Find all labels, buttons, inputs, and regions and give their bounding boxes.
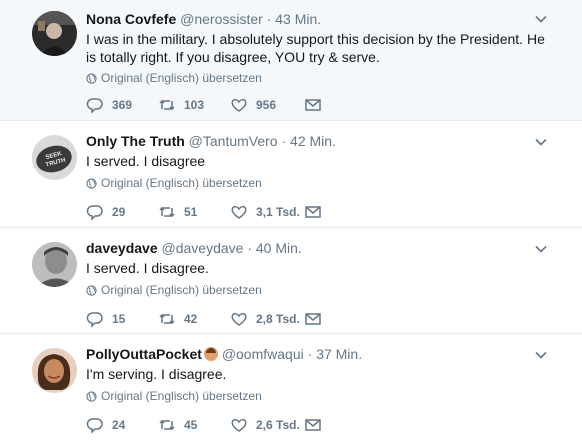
- emoji-icon: [203, 347, 218, 361]
- direct-message-button[interactable]: [304, 310, 322, 328]
- tweet[interactable]: PollyOuttaPocket @oomfwaqui · 37 Min. I'…: [0, 334, 582, 440]
- envelope-icon: [305, 99, 321, 111]
- retweet-button[interactable]: 51: [158, 203, 197, 221]
- tweet[interactable]: SEEK TRUTH Only The Truth @TantumVero · …: [0, 121, 582, 228]
- reply-button[interactable]: 29: [86, 203, 125, 221]
- reply-icon: [86, 98, 103, 114]
- translate-link[interactable]: Original (Englisch) übersetzen: [86, 176, 262, 190]
- like-count: 2,8 Tsd.: [256, 312, 300, 326]
- timestamp[interactable]: 43 Min.: [275, 11, 321, 27]
- avatar[interactable]: SEEK TRUTH: [32, 135, 77, 180]
- retweet-button[interactable]: 45: [158, 416, 197, 434]
- display-name[interactable]: Nona Covfefe: [86, 11, 176, 27]
- globe-icon: [86, 284, 97, 296]
- avatar[interactable]: [32, 11, 77, 56]
- chevron-down-icon[interactable]: [534, 135, 548, 149]
- reply-count: 29: [112, 205, 126, 219]
- like-button[interactable]: 2,6 Tsd.: [230, 416, 300, 434]
- tweet-text: I served. I disagree.: [86, 260, 209, 276]
- tweet-text: I served. I disagree: [86, 153, 206, 169]
- direct-message-button[interactable]: [304, 203, 322, 221]
- tweet-text: I'm serving. I disagree.: [86, 366, 227, 382]
- heart-icon: [231, 312, 247, 326]
- reply-count: 369: [112, 98, 133, 112]
- display-name[interactable]: PollyOuttaPocket: [86, 346, 202, 362]
- like-button[interactable]: 2,8 Tsd.: [230, 310, 300, 328]
- like-count: 3,1 Tsd.: [256, 205, 300, 219]
- avatar[interactable]: [32, 348, 77, 393]
- user-handle[interactable]: @nerossister: [180, 11, 263, 27]
- reply-icon: [86, 418, 103, 434]
- heart-icon: [231, 98, 247, 112]
- tweet-header: Nona Covfefe @nerossister · 43 Min.: [86, 10, 321, 28]
- timestamp[interactable]: 40 Min.: [256, 240, 302, 256]
- retweet-count: 42: [184, 312, 198, 326]
- user-handle[interactable]: @TantumVero: [189, 133, 278, 149]
- globe-icon: [86, 177, 97, 189]
- chevron-down-icon[interactable]: [534, 348, 548, 362]
- direct-message-button[interactable]: [304, 416, 322, 434]
- separator-dot: ·: [307, 346, 313, 362]
- user-handle[interactable]: @daveydave: [162, 240, 244, 256]
- translate-link[interactable]: Original (Englisch) übersetzen: [86, 71, 262, 85]
- reply-count: 15: [112, 312, 126, 326]
- retweet-count: 45: [184, 418, 198, 432]
- reply-button[interactable]: 15: [86, 310, 125, 328]
- retweet-count: 51: [184, 205, 198, 219]
- display-name[interactable]: daveydave: [86, 240, 158, 256]
- like-button[interactable]: 3,1 Tsd.: [230, 203, 300, 221]
- envelope-icon: [305, 206, 321, 218]
- translate-label[interactable]: Original (Englisch) übersetzen: [101, 283, 262, 297]
- like-count: 2,6 Tsd.: [256, 418, 300, 432]
- heart-icon: [231, 418, 247, 432]
- globe-icon: [86, 72, 97, 84]
- tweet-header: PollyOuttaPocket @oomfwaqui · 37 Min.: [86, 345, 362, 363]
- tweet[interactable]: daveydave @daveydave · 40 Min. I served.…: [0, 228, 582, 334]
- translate-label[interactable]: Original (Englisch) übersetzen: [101, 176, 262, 190]
- reply-icon: [86, 205, 103, 221]
- retweet-icon: [159, 419, 175, 431]
- like-count: 956: [256, 98, 277, 112]
- retweet-icon: [159, 206, 175, 218]
- translate-link[interactable]: Original (Englisch) übersetzen: [86, 389, 262, 403]
- translate-label[interactable]: Original (Englisch) übersetzen: [101, 71, 262, 85]
- tweet-text: I was in the military. I absolutely supp…: [86, 31, 545, 65]
- retweet-icon: [159, 99, 175, 111]
- reply-count: 24: [112, 418, 126, 432]
- separator-dot: ·: [247, 240, 252, 256]
- reply-button[interactable]: 24: [86, 416, 125, 434]
- tweet-header: daveydave @daveydave · 40 Min.: [86, 239, 302, 257]
- envelope-icon: [305, 419, 321, 431]
- reply-icon: [86, 312, 103, 328]
- timestamp[interactable]: 37 Min.: [316, 346, 362, 362]
- retweet-button[interactable]: 103: [158, 96, 204, 114]
- translate-link[interactable]: Original (Englisch) übersetzen: [86, 283, 262, 297]
- timestamp[interactable]: 42 Min.: [290, 133, 336, 149]
- display-name[interactable]: Only The Truth: [86, 133, 185, 149]
- globe-icon: [86, 390, 97, 402]
- retweet-count: 103: [184, 98, 205, 112]
- chevron-down-icon[interactable]: [534, 242, 548, 256]
- retweet-button[interactable]: 42: [158, 310, 197, 328]
- envelope-icon: [305, 313, 321, 325]
- user-handle[interactable]: @oomfwaqui: [222, 346, 304, 362]
- translate-label[interactable]: Original (Englisch) übersetzen: [101, 389, 262, 403]
- tweet-header: Only The Truth @TantumVero · 42 Min.: [86, 132, 336, 150]
- separator-dot: ·: [266, 11, 272, 27]
- reply-button[interactable]: 369: [86, 96, 132, 114]
- separator-dot: ·: [281, 133, 287, 149]
- chevron-down-icon[interactable]: [534, 12, 548, 26]
- retweet-icon: [159, 313, 175, 325]
- direct-message-button[interactable]: [304, 96, 322, 114]
- heart-icon: [231, 205, 247, 219]
- avatar[interactable]: [32, 242, 77, 287]
- tweet[interactable]: Nona Covfefe @nerossister · 43 Min. I wa…: [0, 0, 582, 121]
- like-button[interactable]: 956: [230, 96, 276, 114]
